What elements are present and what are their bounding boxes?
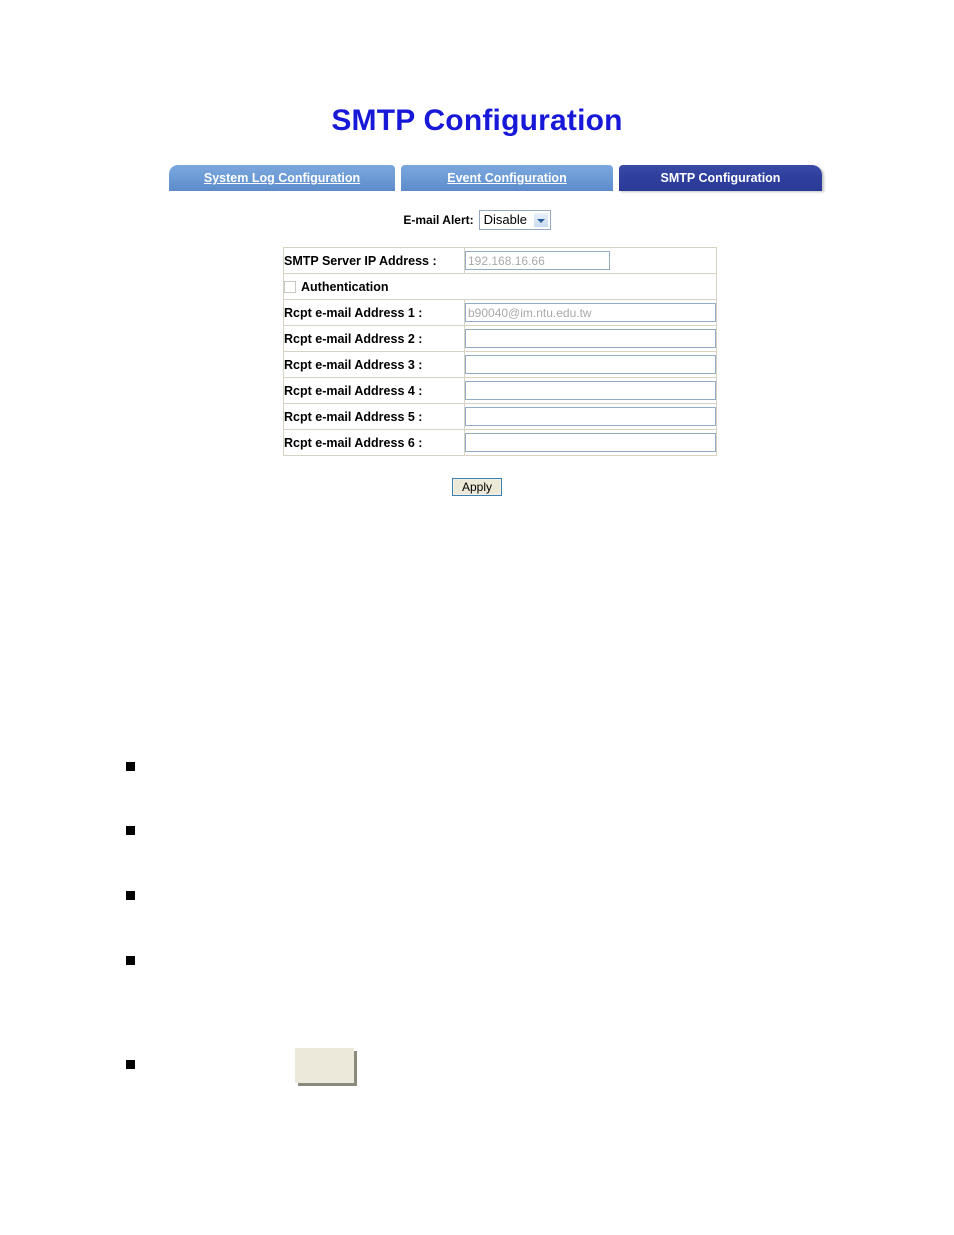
rcpt-email-1-label: Rcpt e-mail Address 1 :	[283, 299, 465, 326]
smtp-configuration-form: SMTP Server IP Address : Authentication …	[283, 247, 717, 456]
rcpt-email-3-label: Rcpt e-mail Address 3 :	[283, 351, 465, 378]
list-item-bullet-icon	[126, 826, 135, 835]
rcpt-email-3-input[interactable]	[465, 355, 716, 374]
rcpt-email-6-label: Rcpt e-mail Address 6 :	[283, 429, 465, 456]
rcpt-email-2-input[interactable]	[465, 329, 716, 348]
rcpt-email-2-label: Rcpt e-mail Address 2 :	[283, 325, 465, 352]
table-row: Rcpt e-mail Address 5 :	[283, 403, 717, 430]
table-row-authentication: Authentication	[283, 273, 717, 300]
email-alert-label: E-mail Alert:	[403, 213, 474, 227]
email-alert-select[interactable]: Disable	[478, 210, 551, 230]
rcpt-email-4-input[interactable]	[465, 381, 716, 400]
smtp-server-ip-input[interactable]	[465, 251, 610, 270]
rcpt-email-2-field-cell	[464, 325, 717, 352]
email-alert-row: E-mail Alert: Disable	[0, 210, 954, 230]
rcpt-email-4-field-cell	[464, 377, 717, 404]
list-item-bullet-icon	[126, 956, 135, 965]
table-row: Rcpt e-mail Address 3 :	[283, 351, 717, 378]
smtp-server-label: SMTP Server IP Address :	[283, 247, 465, 274]
tab-event-configuration-label: Event Configuration	[447, 171, 567, 185]
rcpt-email-5-label: Rcpt e-mail Address 5 :	[283, 403, 465, 430]
rcpt-email-5-field-cell	[464, 403, 717, 430]
list-item-bullet-icon	[126, 891, 135, 900]
rcpt-email-1-field-cell	[464, 299, 717, 326]
email-alert-selected-value: Disable	[483, 212, 527, 227]
rcpt-email-6-field-cell	[464, 429, 717, 456]
table-row: Rcpt e-mail Address 1 :	[283, 299, 717, 326]
authentication-label: Authentication	[301, 279, 389, 294]
page-title: SMTP Configuration	[331, 104, 623, 137]
tab-system-log-configuration-label: System Log Configuration	[203, 171, 361, 185]
tab-smtp-configuration[interactable]: SMTP Configuration	[619, 165, 822, 191]
apply-button[interactable]: Apply	[450, 477, 504, 497]
authentication-checkbox[interactable]	[284, 280, 296, 293]
smtp-server-field-cell	[464, 247, 717, 274]
rcpt-email-6-input[interactable]	[465, 433, 716, 452]
rcpt-email-4-label: Rcpt e-mail Address 4 :	[283, 377, 465, 404]
tab-smtp-configuration-label: SMTP Configuration	[660, 171, 781, 185]
table-row: Rcpt e-mail Address 2 :	[283, 325, 717, 352]
inline-button-graphic	[295, 1048, 354, 1083]
chevron-down-icon[interactable]	[532, 212, 549, 228]
table-row: Rcpt e-mail Address 6 :	[283, 429, 717, 456]
tab-system-log-configuration[interactable]: System Log Configuration	[169, 165, 395, 191]
apply-button-wrap: Apply	[0, 477, 954, 497]
tab-event-configuration[interactable]: Event Configuration	[401, 165, 613, 191]
list-item-bullet-icon	[126, 762, 135, 771]
rcpt-email-3-field-cell	[464, 351, 717, 378]
list-item-bullet-icon	[126, 1060, 135, 1069]
rcpt-email-1-input[interactable]	[465, 303, 716, 322]
rcpt-email-5-input[interactable]	[465, 407, 716, 426]
tab-bar: System Log Configuration Event Configura…	[169, 165, 829, 191]
table-row: Rcpt e-mail Address 4 :	[283, 377, 717, 404]
table-row-smtp-server: SMTP Server IP Address :	[283, 247, 717, 274]
authentication-cell[interactable]: Authentication	[283, 273, 717, 300]
